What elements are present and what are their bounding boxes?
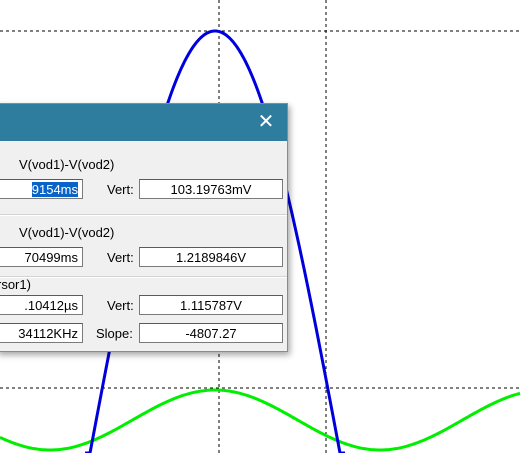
- diff-horz-field[interactable]: .10412µs: [0, 295, 83, 315]
- diff-vert-field[interactable]: 1.115787V: [139, 295, 283, 315]
- cursor2-trace-name: V(vod1)-V(vod2): [19, 225, 115, 240]
- cursor2-vert-field[interactable]: 1.2189846V: [139, 247, 283, 267]
- cursor1-trace-name: V(vod1)-V(vod2): [19, 157, 115, 172]
- cursor1-horz-value: 9154ms: [31, 182, 78, 197]
- cursor2-vert-label: Vert:: [107, 250, 134, 265]
- slope-field[interactable]: -4807.27: [139, 323, 283, 343]
- diff-header: rsor1): [0, 277, 31, 292]
- cursor1-vert-label: Vert:: [107, 182, 134, 197]
- dialog-titlebar[interactable]: ✕: [0, 104, 287, 141]
- slope-label: Slope:: [96, 326, 133, 341]
- separator-2: [0, 276, 287, 278]
- cursor1-horz-field[interactable]: 9154ms: [0, 179, 83, 199]
- cursor-dialog: ✕ V(vod1)-V(vod2) 9154ms Vert: 103.19763…: [0, 103, 288, 352]
- green-trace: [0, 388, 521, 452]
- diff-freq-field[interactable]: 34112KHz: [0, 323, 83, 343]
- cursor1-vert-field[interactable]: 103.19763mV: [139, 179, 283, 199]
- diff-vert-label: Vert:: [107, 298, 134, 313]
- separator-1: [0, 214, 287, 216]
- cursor2-horz-field[interactable]: 70499ms: [0, 247, 83, 267]
- close-icon[interactable]: ✕: [257, 112, 275, 132]
